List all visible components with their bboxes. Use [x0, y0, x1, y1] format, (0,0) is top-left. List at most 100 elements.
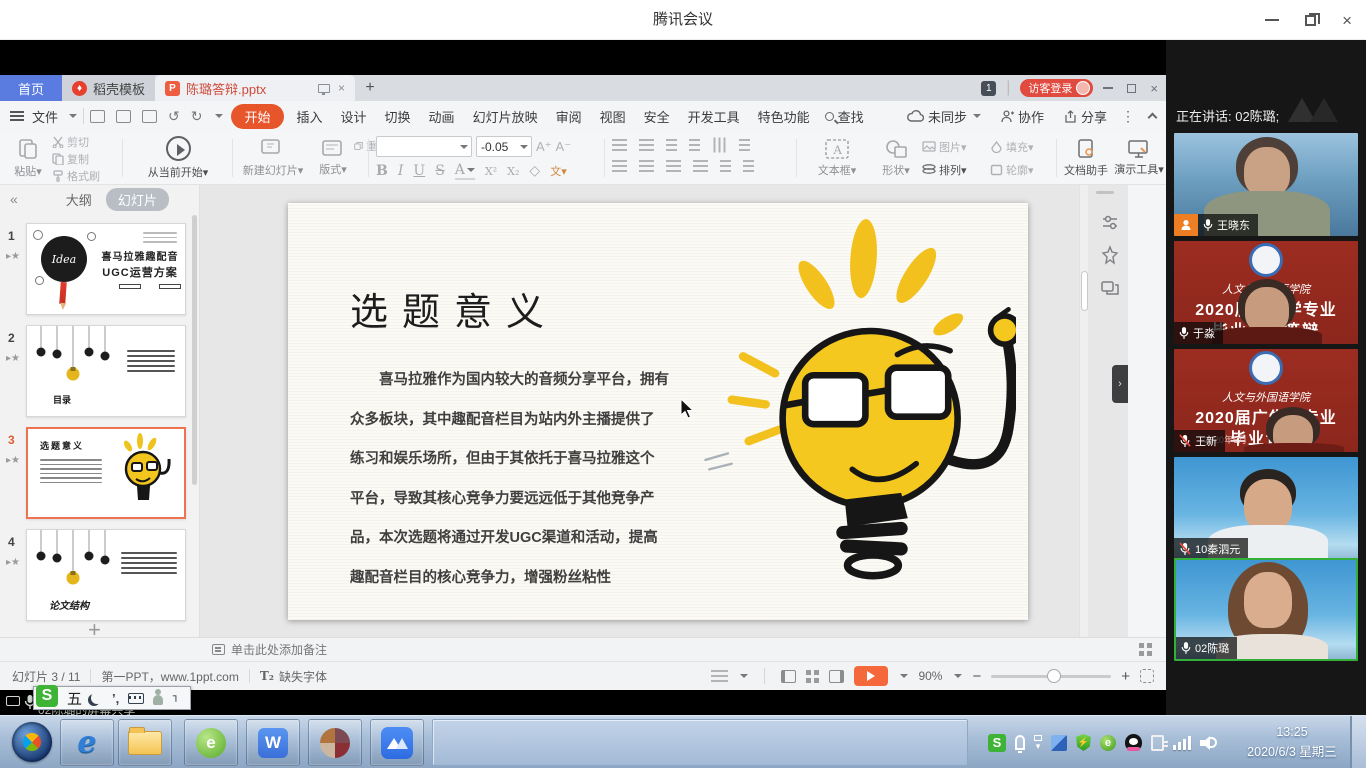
preview-icon[interactable]	[142, 110, 157, 123]
wps-close-icon[interactable]: ×	[1150, 81, 1158, 96]
editor-vscrollbar[interactable]	[1079, 185, 1088, 637]
normal-view-icon[interactable]	[781, 670, 796, 683]
slide-canvas[interactable]: 选题意义 喜马拉雅作为国内较大的音频分享平台，拥有 众多板块，其中趣配音栏目为站…	[288, 203, 1028, 620]
tray-360-icon[interactable]: e	[1100, 735, 1116, 751]
slide1-thumbnail[interactable]: Idea 喜马拉雅趣配音 UGC运营方案	[26, 223, 186, 315]
tab-animation[interactable]: 动画	[420, 107, 464, 126]
video-tile[interactable]: 10秦泗元	[1174, 457, 1358, 560]
zoom-percent[interactable]: 90%	[918, 669, 942, 683]
outline-tab[interactable]: 大纲	[66, 190, 92, 209]
close-icon[interactable]: ×	[1342, 12, 1352, 29]
ime-skin-icon[interactable]	[153, 695, 163, 705]
find-button[interactable]: 查找	[825, 107, 864, 126]
selection-pane-icon[interactable]	[1100, 277, 1120, 297]
zoom-slider-thumb[interactable]	[1047, 669, 1061, 683]
present-tools-button[interactable]: 演示工具▾	[1112, 131, 1166, 185]
align-center-icon[interactable]	[639, 160, 654, 172]
underline-icon[interactable]: U	[413, 163, 425, 179]
collapse-panel-icon[interactable]: «	[10, 191, 18, 207]
increase-indent-icon[interactable]	[689, 139, 700, 151]
tab-view[interactable]: 视图	[591, 107, 635, 126]
tab-features[interactable]: 特色功能	[749, 107, 819, 126]
bullets-icon[interactable]	[612, 139, 627, 151]
hamburger-icon[interactable]	[10, 111, 24, 121]
sogou-icon[interactable]: S	[36, 685, 58, 707]
play-from-current-button[interactable]: 从当前开始▾	[128, 131, 228, 185]
zoom-out-icon[interactable]: −	[972, 668, 981, 685]
ime-mode-label[interactable]: 五	[67, 688, 82, 709]
collapse-ribbon-icon[interactable]	[1148, 113, 1158, 123]
italic-icon[interactable]: I	[398, 163, 404, 179]
copy-button[interactable]: 复制	[52, 150, 118, 167]
taskbar-explorer-button[interactable]	[118, 719, 172, 766]
ime-toolbar[interactable]: S 五 ’, ⌐	[33, 686, 191, 710]
slide2-thumbnail[interactable]: 目录	[26, 325, 186, 417]
doc-assistant-button[interactable]: 文档助手	[1060, 131, 1112, 185]
punctuation-icon[interactable]: ’,	[112, 691, 119, 706]
show-desktop-button[interactable]	[1350, 716, 1366, 768]
font-color-icon[interactable]: A	[455, 162, 475, 180]
tray-shield-icon[interactable]: ⚡	[1076, 734, 1091, 751]
columns-icon[interactable]	[743, 160, 754, 172]
document-tab[interactable]: P 陈璐答辩.pptx ×	[155, 75, 355, 101]
slide-body-text[interactable]: 喜马拉雅作为国内较大的音频分享平台，拥有 众多板块，其中趣配音栏目为站内外主播提…	[350, 361, 706, 598]
properties-icon[interactable]	[1100, 213, 1120, 233]
taskbar-photos-button[interactable]	[308, 719, 362, 766]
moon-icon[interactable]	[91, 692, 103, 704]
tab-insert[interactable]: 插入	[288, 107, 332, 126]
share-button[interactable]: 分享	[1064, 107, 1107, 126]
font-size-combo[interactable]: -0.05	[476, 136, 532, 157]
video-tile-speaking[interactable]: 02陈璐	[1174, 558, 1358, 661]
redo-icon[interactable]: ↻	[191, 108, 203, 125]
vscroll-thumb[interactable]	[1081, 271, 1088, 311]
sync-status[interactable]: 未同步	[907, 107, 981, 126]
taskbar-wps-button[interactable]: W	[246, 719, 300, 766]
minimize-icon[interactable]	[1265, 19, 1279, 21]
wps-minimize-icon[interactable]	[1103, 87, 1113, 89]
pinyin-icon[interactable]: 文▾	[550, 163, 567, 179]
justify-icon[interactable]	[693, 160, 708, 172]
cut-button[interactable]: 剪切	[52, 133, 118, 150]
collab-button[interactable]: 协作	[1001, 107, 1044, 126]
quickbar-caret-icon[interactable]	[215, 114, 223, 118]
zoom-slider[interactable]	[991, 675, 1111, 678]
reading-view-icon[interactable]	[829, 670, 844, 683]
maximize-icon[interactable]	[1305, 15, 1316, 26]
outline-button[interactable]: 轮廓▾	[990, 161, 1052, 178]
volume-icon[interactable]	[1200, 735, 1218, 751]
distribute-icon[interactable]	[720, 160, 731, 172]
clear-format-icon[interactable]: ◇	[529, 163, 540, 179]
shrink-font-icon[interactable]: A⁻	[556, 139, 572, 155]
message-badge[interactable]: 1	[981, 81, 996, 96]
guest-login-button[interactable]: 访客登录	[1020, 79, 1093, 97]
tab-review[interactable]: 审阅	[547, 107, 591, 126]
tab-security[interactable]: 安全	[635, 107, 679, 126]
notes-toggle-icon[interactable]	[711, 670, 728, 682]
save-icon[interactable]	[90, 110, 105, 123]
textbox-button[interactable]: A 文本框▾	[804, 131, 870, 185]
grow-font-icon[interactable]: A⁺	[536, 139, 552, 155]
zoom-in-icon[interactable]: +	[1121, 668, 1130, 685]
video-tile[interactable]: 人文与外国语学院 2020届广告学专业 毕业论文 2020年6月 王新	[1174, 349, 1358, 452]
menu-file[interactable]: 文件	[30, 107, 67, 126]
format-painter-button[interactable]: 格式刷	[52, 167, 118, 184]
keyboard-icon[interactable]	[128, 693, 144, 704]
superscript-icon[interactable]: X²	[485, 165, 497, 178]
start-button[interactable]	[12, 722, 52, 762]
subscript-icon[interactable]: X₂	[507, 165, 519, 178]
tray-cloud-icon[interactable]	[1051, 735, 1067, 751]
network-signal-icon[interactable]	[1173, 736, 1191, 750]
new-tab-button[interactable]: +	[355, 75, 385, 101]
taskbar-360-button[interactable]: e	[184, 719, 238, 766]
slides-tab[interactable]: 幻灯片	[106, 188, 169, 211]
tab-transition[interactable]: 切换	[376, 107, 420, 126]
align-right-icon[interactable]	[666, 160, 681, 172]
line-spacing-icon[interactable]	[739, 139, 750, 151]
font-name-combo[interactable]	[376, 136, 472, 157]
tab-devtools[interactable]: 开发工具	[679, 107, 749, 126]
tab-slideshow[interactable]: 幻灯片放映	[464, 107, 547, 126]
thumbnail-grid-icon[interactable]	[1139, 643, 1152, 656]
rail-handle[interactable]	[1096, 191, 1114, 194]
slide4-thumbnail[interactable]: 论文结构	[26, 529, 186, 621]
slideshow-play-button[interactable]	[854, 666, 888, 686]
